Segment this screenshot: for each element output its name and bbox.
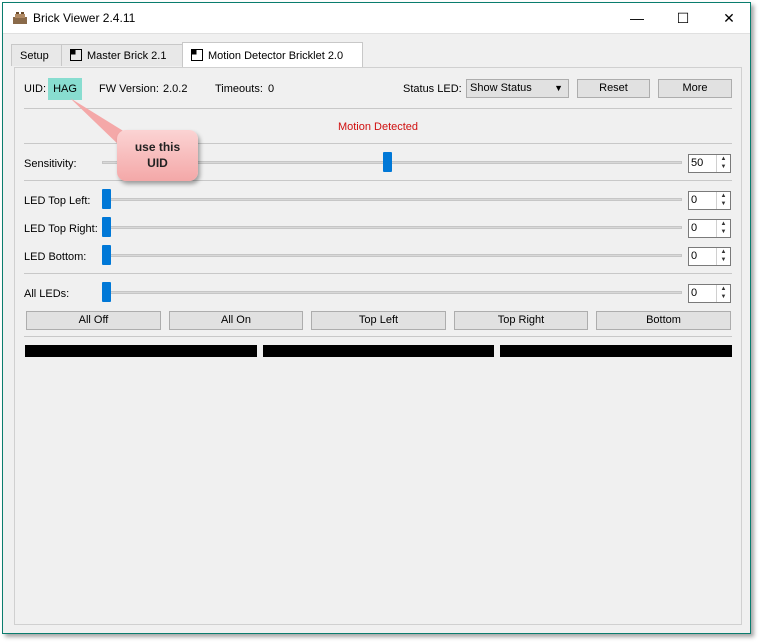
led-indicator-bottom (500, 345, 732, 357)
undock-icon[interactable] (191, 49, 203, 61)
led-indicator-top-right (263, 345, 494, 357)
spin-arrows-icon[interactable]: ▲ ▼ (716, 155, 730, 172)
sensitivity-slider-handle[interactable] (383, 152, 392, 172)
brick-app-icon (13, 12, 27, 24)
tab-label: Motion Detector Bricklet 2.0 (208, 50, 344, 62)
app-window: Brick Viewer 2.4.11 — ☐ ✕ Setup Master B… (2, 2, 751, 634)
status-led-select[interactable]: Show Status ▼ (466, 79, 569, 98)
undock-icon[interactable] (70, 49, 82, 61)
top-right-button[interactable]: Top Right (454, 311, 588, 330)
led-top-right-label: LED Top Right: (24, 223, 98, 235)
all-leds-slider-track[interactable] (106, 291, 682, 294)
led-top-left-value: 0 (691, 194, 698, 206)
sensitivity-spinbox[interactable]: 50 ▲ ▼ (688, 154, 731, 173)
spin-arrows-icon[interactable]: ▲ ▼ (716, 192, 730, 209)
bottom-button[interactable]: Bottom (596, 311, 731, 330)
spin-arrows-icon[interactable]: ▲ ▼ (716, 248, 730, 265)
fw-version-value: 2.0.2 (163, 83, 188, 95)
spin-arrows-icon[interactable]: ▲ ▼ (716, 220, 730, 237)
led-bottom-value: 0 (691, 250, 698, 262)
tab-label: Setup (20, 50, 49, 62)
divider (24, 108, 732, 109)
led-bottom-spinbox[interactable]: 0 ▲ ▼ (688, 247, 731, 266)
status-led-value: Show Status (470, 82, 532, 94)
chevron-down-icon: ▼ (554, 83, 563, 93)
led-indicator-top-left (25, 345, 257, 357)
led-top-right-value: 0 (691, 222, 698, 234)
divider (24, 273, 732, 274)
callout-annotation: use this UID (117, 130, 198, 181)
window-title: Brick Viewer 2.4.11 (33, 11, 136, 25)
led-top-left-slider-handle[interactable] (102, 189, 111, 209)
title-bar: Brick Viewer 2.4.11 — ☐ ✕ (3, 3, 750, 34)
all-leds-label: All LEDs: (24, 288, 70, 300)
led-top-right-slider-track[interactable] (106, 226, 682, 229)
callout-line-2: UID (147, 156, 168, 170)
led-bottom-slider-track[interactable] (106, 254, 682, 257)
uid-label: UID: (24, 83, 46, 95)
top-left-button[interactable]: Top Left (311, 311, 446, 330)
led-bottom-label: LED Bottom: (24, 251, 87, 263)
led-bottom-slider-handle[interactable] (102, 245, 111, 265)
led-top-right-slider-handle[interactable] (102, 217, 111, 237)
sensitivity-label: Sensitivity: (24, 158, 77, 170)
more-button[interactable]: More (658, 79, 732, 98)
led-top-right-spinbox[interactable]: 0 ▲ ▼ (688, 219, 731, 238)
status-led-label: Status LED: (403, 83, 462, 95)
callout-line-1: use this (134, 140, 181, 154)
tab-motion-detector[interactable]: Motion Detector Bricklet 2.0 (182, 42, 363, 67)
led-top-left-spinbox[interactable]: 0 ▲ ▼ (688, 191, 731, 210)
uid-value: HAG (48, 78, 82, 100)
all-leds-spinbox[interactable]: 0 ▲ ▼ (688, 284, 731, 303)
minimize-icon[interactable]: — (614, 3, 660, 33)
maximize-icon[interactable]: ☐ (660, 3, 706, 33)
led-top-left-slider-track[interactable] (106, 198, 682, 201)
all-off-button[interactable]: All Off (26, 311, 161, 330)
timeouts-value: 0 (268, 83, 275, 95)
led-top-left-label: LED Top Left: (24, 195, 91, 207)
reset-button[interactable]: Reset (577, 79, 650, 98)
divider (24, 336, 732, 337)
all-on-button[interactable]: All On (169, 311, 303, 330)
tab-label: Master Brick 2.1 (87, 50, 167, 62)
all-leds-slider-handle[interactable] (102, 282, 111, 302)
all-leds-value: 0 (691, 287, 698, 299)
sensitivity-value: 50 (691, 157, 704, 169)
tab-master-brick[interactable]: Master Brick 2.1 (61, 44, 183, 66)
timeouts-label: Timeouts: (215, 83, 263, 95)
tab-setup[interactable]: Setup (11, 44, 62, 66)
fw-version-label: FW Version: (99, 83, 159, 95)
close-icon[interactable]: ✕ (706, 3, 752, 33)
spin-arrows-icon[interactable]: ▲ ▼ (716, 285, 730, 302)
